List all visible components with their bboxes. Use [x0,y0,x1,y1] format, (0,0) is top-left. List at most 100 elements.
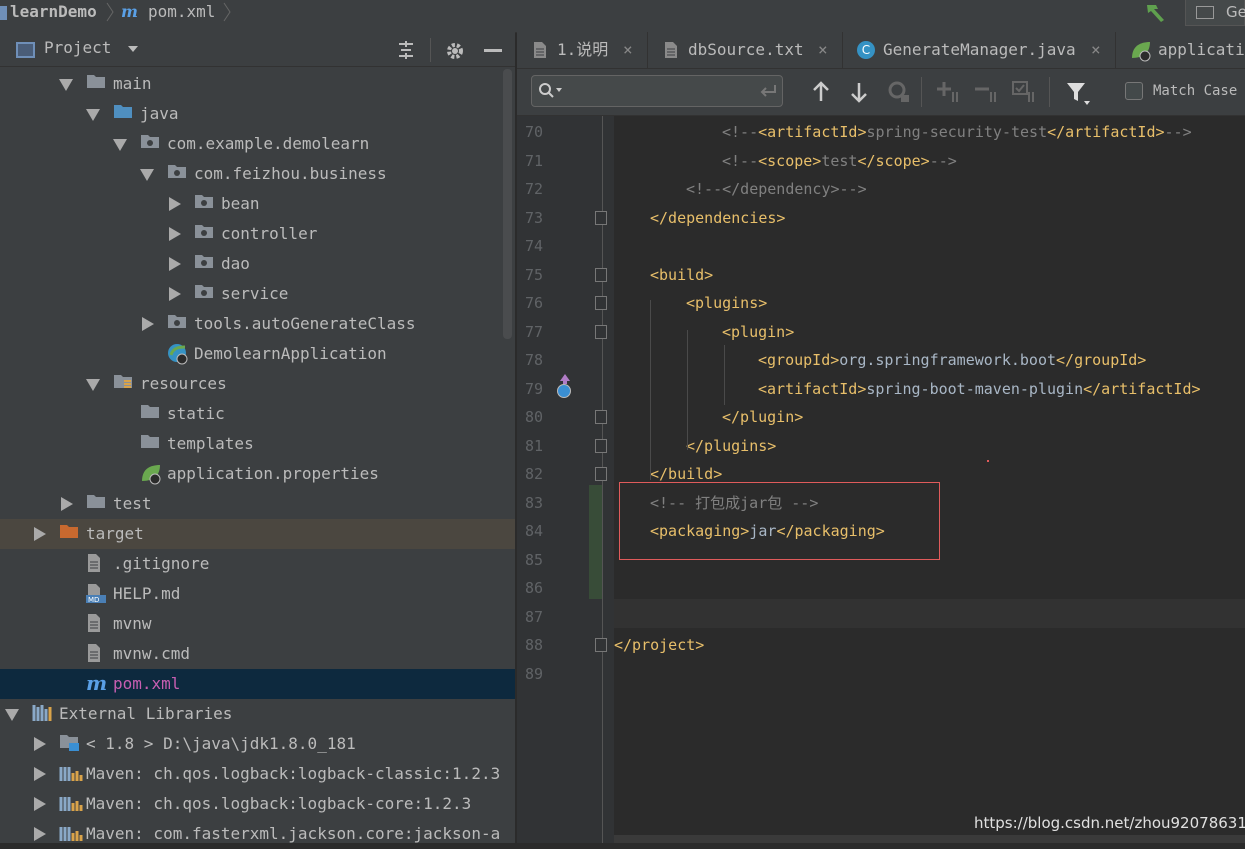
tree-item[interactable]: mvnw [0,609,515,639]
spring-properties-icon [140,463,161,485]
indent-guide [724,345,725,405]
tree-scrollbar[interactable] [503,69,512,339]
fold-marker-icon[interactable] [595,296,607,310]
tree-item[interactable]: controller [0,219,515,249]
tree-item-label: resources [140,374,227,393]
search-field[interactable] [531,75,783,107]
collapsed-arrow-icon[interactable] [142,317,154,331]
tab-dbsource[interactable]: dbSource.txt × [648,32,843,68]
expanded-arrow-icon[interactable] [113,139,127,151]
run-config-selector[interactable]: Ge [1185,0,1245,26]
close-tab-icon[interactable]: × [1091,32,1101,68]
fold-marker-icon[interactable] [595,210,607,225]
fold-marker-icon[interactable] [595,638,607,652]
editor-horizontal-scrollbar[interactable] [614,835,1245,843]
expanded-arrow-icon[interactable] [86,109,100,121]
project-panel-title[interactable]: Project [44,32,111,64]
code-line: </build> [650,460,722,488]
tree-item[interactable]: Maven: com.fasterxml.jackson.core:jackso… [0,819,515,849]
tab-generatemanager[interactable]: C GenerateManager.java × [843,32,1116,68]
collapsed-arrow-icon[interactable] [169,287,181,301]
tree-item[interactable]: target [0,519,515,549]
fold-marker-icon[interactable] [595,438,607,453]
collapsed-arrow-icon[interactable] [169,227,181,241]
search-icon [539,83,562,98]
collapsed-arrow-icon[interactable] [169,257,181,271]
match-case-checkbox[interactable] [1125,82,1143,100]
fold-marker-icon[interactable] [595,267,607,282]
collapsed-arrow-icon[interactable] [34,797,46,811]
tree-item[interactable]: tools.autoGenerateClass [0,309,515,339]
close-tab-icon[interactable]: × [623,32,633,68]
collapsed-arrow-icon[interactable] [34,737,46,751]
find-all-icon[interactable] [887,80,911,104]
tree-item[interactable]: static [0,399,515,429]
tree-item[interactable]: m pom.xml [0,669,515,699]
tab-1-shuoming[interactable]: 1.说明 × [517,32,648,68]
package-icon [140,133,159,148]
fold-marker-icon[interactable] [595,410,607,424]
tree-item[interactable]: com.feizhou.business [0,159,515,189]
text-file-icon [665,42,677,58]
tree-item[interactable]: DemolearnApplication [0,339,515,369]
tree-item[interactable]: resources [0,369,515,399]
tree-item[interactable]: mvnw.cmd [0,639,515,669]
collapsed-arrow-icon[interactable] [34,827,46,841]
code-line: </dependencies> [650,204,785,232]
next-occurrence-icon[interactable] [849,81,869,103]
filter-icon[interactable] [1065,81,1091,107]
collapsed-arrow-icon[interactable] [34,527,46,541]
gear-icon[interactable] [444,40,466,62]
tab-application[interactable]: applicati [1116,32,1245,68]
remove-occurrence-icon[interactable] [973,80,999,104]
tree-item[interactable]: application.properties [0,459,515,489]
tab-label: dbSource.txt [688,40,804,59]
project-view-icon [16,42,35,58]
tree-item[interactable]: .gitignore [0,549,515,579]
search-input[interactable] [568,80,752,104]
tree-item[interactable]: main [0,69,515,99]
expanded-arrow-icon[interactable] [5,709,19,721]
expanded-arrow-icon[interactable] [86,379,100,391]
close-tab-icon[interactable]: × [818,32,828,68]
indent-guide [650,300,651,480]
tree-item[interactable]: java [0,99,515,129]
tree-item[interactable]: MD HELP.md [0,579,515,609]
tree-item[interactable]: com.example.demolearn [0,129,515,159]
tree-item[interactable]: templates [0,429,515,459]
expanded-arrow-icon[interactable] [59,79,73,91]
code-token: org.springframework.boot [839,351,1057,369]
tree-item[interactable]: bean [0,189,515,219]
tree-item[interactable]: test [0,489,515,519]
add-occurrence-icon[interactable] [935,80,961,104]
tree-item-label: Maven: ch.qos.logback:logback-core:1.2.3 [86,794,472,813]
code-line: <!--</dependency>--> [686,175,867,203]
view-dropdown-icon[interactable] [128,46,138,52]
fold-marker-icon[interactable] [595,324,607,339]
collapsed-arrow-icon[interactable] [61,497,73,511]
run-gutter-icon[interactable] [556,374,572,398]
breadcrumb-project[interactable]: learnDemo [10,0,97,24]
tree-item[interactable]: service [0,279,515,309]
collapsed-arrow-icon[interactable] [169,197,181,211]
select-all-occurrences-icon[interactable] [1011,80,1037,104]
navigation-bar: learnDemo m pom.xml Ge [0,0,1245,33]
collapsed-arrow-icon[interactable] [34,767,46,781]
fold-marker-icon[interactable] [595,467,607,481]
build-hammer-icon[interactable] [1144,1,1170,23]
previous-occurrence-icon[interactable] [811,81,831,103]
tree-item[interactable]: Maven: ch.qos.logback:logback-classic:1.… [0,759,515,789]
tree-item[interactable]: Maven: ch.qos.logback:logback-core:1.2.3 [0,789,515,819]
tree-item[interactable]: dao [0,249,515,279]
line-number: 76 [524,294,543,312]
tree-item[interactable]: External Libraries [0,699,515,729]
breadcrumb-separator-icon [223,2,231,22]
expanded-arrow-icon[interactable] [140,169,154,181]
line-number: 84 [524,522,543,540]
collapse-all-icon[interactable] [396,40,416,60]
tree-item[interactable]: < 1.8 > D:\java\jdk1.8.0_181 [0,729,515,759]
folder-icon [86,493,105,508]
breadcrumb-file[interactable]: pom.xml [148,0,215,24]
hide-panel-icon[interactable] [484,49,502,52]
line-number: 79 [524,379,543,398]
